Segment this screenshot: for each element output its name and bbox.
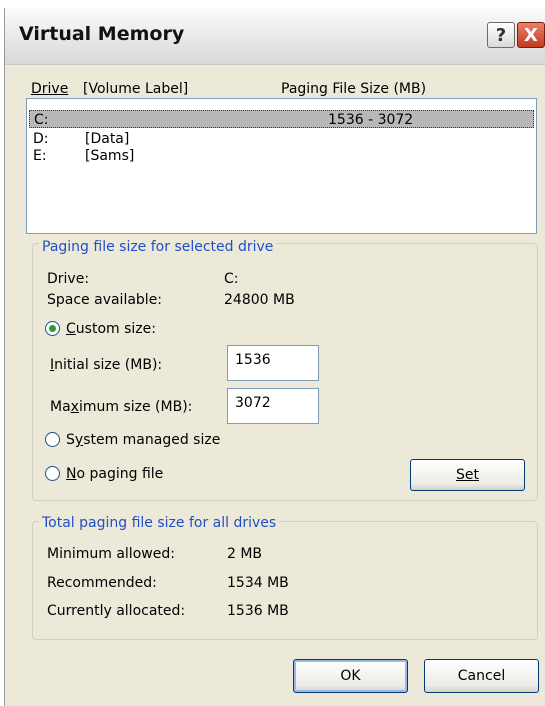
maximum-size-label: Maximum size (MB): xyxy=(50,399,193,415)
totals-legend: Total paging file size for all drives xyxy=(39,514,280,532)
minimum-allowed-value: 2 MB xyxy=(227,546,263,562)
space-available-value: 24800 MB xyxy=(224,292,295,308)
custom-size-radio[interactable] xyxy=(45,321,60,336)
drive-label: Drive: xyxy=(47,271,90,287)
currently-allocated-label: Currently allocated: xyxy=(47,603,186,619)
initial-size-label: Initial size (MB): xyxy=(50,357,163,373)
custom-size-label[interactable]: Custom size: xyxy=(66,320,156,338)
title-bar: Virtual Memory ? X xyxy=(5,8,545,65)
drive-value: C: xyxy=(224,271,239,287)
ok-button[interactable]: OK xyxy=(293,659,408,693)
system-managed-label[interactable]: System managed size xyxy=(66,431,220,449)
drive-letter: C: xyxy=(34,112,49,128)
drive-list[interactable]: C: 1536 - 3072 D: [Data] E: [Sams] xyxy=(26,98,537,234)
set-button[interactable]: Set xyxy=(410,459,525,491)
drive-row-d[interactable]: D: [Data] xyxy=(29,130,534,148)
selected-drive-legend: Paging file size for selected drive xyxy=(39,238,277,256)
recommended-label: Recommended: xyxy=(47,575,157,591)
drive-volume-label: [Data] xyxy=(85,131,130,147)
window-title: Virtual Memory xyxy=(19,23,185,45)
recommended-value: 1534 MB xyxy=(227,575,289,591)
paging-size-column-header: Paging File Size (MB) xyxy=(281,81,427,97)
currently-allocated-value: 1536 MB xyxy=(227,603,289,619)
cancel-button[interactable]: Cancel xyxy=(424,659,539,693)
drive-volume-label: [Sams] xyxy=(85,148,135,164)
radio-selected-dot xyxy=(49,325,56,332)
minimum-allowed-label: Minimum allowed: xyxy=(47,546,175,562)
no-paging-radio[interactable] xyxy=(45,466,60,481)
drive-row-e[interactable]: E: [Sams] xyxy=(29,147,534,165)
drive-paging-size: 1536 - 3072 xyxy=(328,112,414,128)
drive-letter: E: xyxy=(33,148,47,164)
drive-column-header: Drive xyxy=(31,81,69,97)
maximum-size-input[interactable]: 3072 xyxy=(227,388,319,424)
help-icon[interactable]: ? xyxy=(487,22,515,48)
volume-label-column-header: [Volume Label] xyxy=(83,81,189,97)
no-paging-label[interactable]: No paging file xyxy=(66,465,163,483)
space-available-label: Space available: xyxy=(47,292,163,308)
initial-size-input[interactable]: 1536 xyxy=(227,345,319,381)
drive-row-c[interactable]: C: 1536 - 3072 xyxy=(29,110,534,128)
system-managed-radio[interactable] xyxy=(45,432,60,447)
close-icon[interactable]: X xyxy=(517,22,545,48)
drive-letter: D: xyxy=(33,131,49,147)
